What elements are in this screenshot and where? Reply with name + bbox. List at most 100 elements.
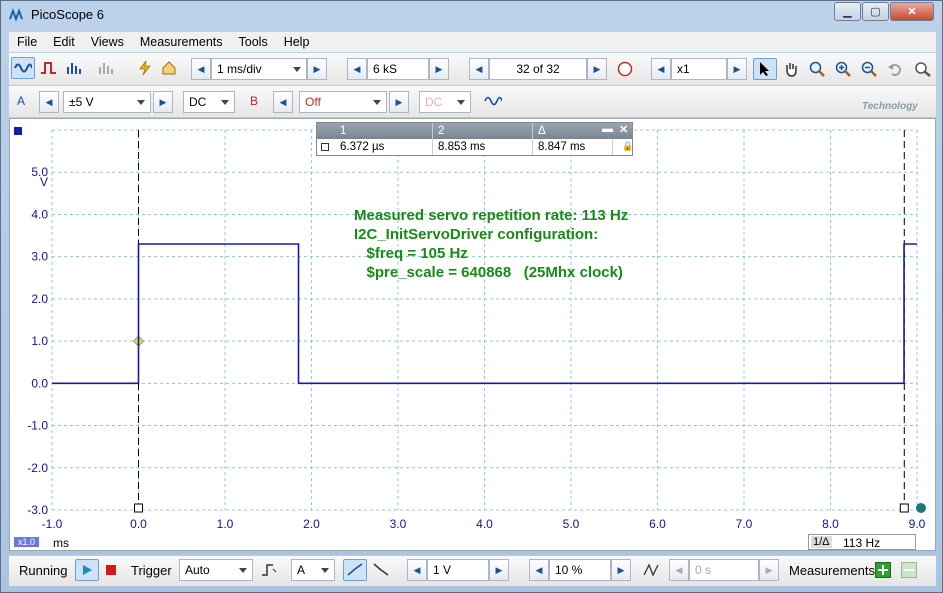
scope-view[interactable]: 5.0 4.0 3.0 2.0 1.0 0.0 -1.0 -2.0 -3.0 -1.0 0.0 1.0…: [9, 118, 936, 551]
chevron-down-icon: [221, 100, 229, 105]
channel-b-range-decrease[interactable]: ◀: [273, 91, 293, 113]
auto-setup-button[interactable]: [133, 57, 157, 79]
channel-b-range-value: Off: [305, 95, 321, 109]
default-setup-button[interactable]: [157, 57, 181, 79]
zoom-field[interactable]: x1: [671, 58, 727, 80]
y-tick-label: 4.0: [31, 207, 48, 221]
threshold-increase-button[interactable]: ▶: [489, 559, 509, 581]
remove-measurement-button[interactable]: [899, 559, 919, 581]
spectrum-disabled-button[interactable]: [95, 57, 119, 79]
menu-help[interactable]: Help: [276, 35, 318, 49]
channel-a-coupling-select[interactable]: DC: [183, 91, 235, 113]
lock-icon[interactable]: 🔒: [622, 141, 633, 152]
ruler-row-checkbox[interactable]: [321, 143, 329, 151]
x-tick-label: 1.0: [217, 517, 234, 531]
channel-a-range-decrease[interactable]: ◀: [39, 91, 59, 113]
trigger-source-value: A: [297, 563, 306, 577]
zoom-out-button[interactable]: [857, 58, 881, 80]
channel-b-range-increase[interactable]: ▶: [389, 91, 409, 113]
delay-decrease-button[interactable]: ◀: [669, 559, 689, 581]
delay-arrow-icon: [643, 563, 659, 577]
channel-a-marker[interactable]: [14, 127, 22, 135]
x-tick-label: 5.0: [563, 517, 580, 531]
zoom-in-button[interactable]: [831, 58, 855, 80]
grid: [51, 129, 918, 511]
timebase-select[interactable]: 1 ms/div: [211, 58, 307, 80]
channel-a-label[interactable]: A: [17, 94, 25, 108]
minimize-button[interactable]: ▁: [834, 2, 861, 21]
ruler-table[interactable]: 1 2 Δ ▬ ✕ 6.372 µs 8.853 ms 8.847 ms 🔒: [316, 122, 633, 156]
pointer-tool-button[interactable]: [753, 58, 777, 80]
falling-edge-button[interactable]: [369, 559, 393, 581]
x-tick-label: 4.0: [476, 517, 493, 531]
trigger-source-select[interactable]: A: [291, 559, 335, 581]
add-measurement-button[interactable]: [873, 559, 893, 581]
menu-edit[interactable]: Edit: [45, 35, 83, 49]
signal-generator-button[interactable]: [481, 90, 505, 112]
ruler-close-icon[interactable]: ✕: [619, 123, 628, 136]
delay-icon-button[interactable]: [639, 559, 663, 581]
ruler-table-header: 1 2 Δ ▬ ✕: [317, 123, 632, 139]
channel-b-range-select[interactable]: Off: [299, 91, 387, 113]
ruler-minimize-icon[interactable]: ▬: [602, 123, 613, 135]
pretrigger-field[interactable]: 10 %: [549, 559, 611, 581]
threshold-decrease-button[interactable]: ◀: [407, 559, 427, 581]
menu-file[interactable]: File: [9, 35, 45, 49]
trigger-mode-select[interactable]: Auto: [179, 559, 253, 581]
maximize-button[interactable]: ▢: [862, 2, 889, 21]
scope-graph[interactable]: 5.04.03.02.01.00.0-1.0-2.0-3.0-1.0 0.0 1.0…: [10, 119, 935, 550]
channel-marker-right: [916, 503, 926, 513]
zoom-overview-button[interactable]: [911, 58, 935, 80]
scope-mode-button[interactable]: [11, 57, 35, 79]
x-tick-label: 0.0: [130, 517, 147, 531]
rising-edge-button[interactable]: [343, 559, 367, 581]
close-button[interactable]: ✕: [890, 2, 934, 21]
magnifier-icon: [809, 61, 825, 77]
channel-a-range-select[interactable]: ±5 V: [63, 91, 151, 113]
samples-increase-button[interactable]: ▶: [429, 58, 449, 80]
pretrigger-increase-button[interactable]: ▶: [611, 559, 631, 581]
hand-tool-button[interactable]: [779, 58, 803, 80]
time-cursors[interactable]: [132, 130, 927, 513]
channel-toolbar: A ◀ ±5 V ▶ DC B ◀ Off ▶ DC Technology: [9, 86, 936, 118]
y-tick-label: 1.0: [31, 334, 48, 348]
channel-b-label[interactable]: B: [250, 94, 258, 108]
advanced-trigger-button[interactable]: [257, 559, 281, 581]
menu-tools[interactable]: Tools: [231, 35, 276, 49]
buffer-navigator-field[interactable]: 32 of 32: [489, 58, 587, 80]
threshold-value: 1 V: [433, 563, 452, 577]
timebase-increase-button[interactable]: ▶: [307, 58, 327, 80]
buffer-next-button[interactable]: ▶: [587, 58, 607, 80]
zoom-decrease-button[interactable]: ◀: [651, 58, 671, 80]
menu-measurements[interactable]: Measurements: [132, 35, 231, 49]
channel-b-coupling-select[interactable]: DC: [419, 91, 471, 113]
samples-field[interactable]: 6 kS: [367, 58, 429, 80]
timebase-decrease-button[interactable]: ◀: [191, 58, 211, 80]
run-state-label: Running: [19, 563, 68, 578]
frequency-readout[interactable]: 1/Δ 113 Hz: [808, 534, 916, 550]
channel-a-range-increase[interactable]: ▶: [153, 91, 173, 113]
stop-button[interactable]: [99, 559, 123, 581]
time-cursor-handle: [134, 503, 143, 513]
undo-zoom-button[interactable]: [883, 58, 907, 80]
x-tick-label: 9.0: [909, 517, 926, 531]
zoom-window-button[interactable]: [805, 58, 829, 80]
pretrigger-decrease-button[interactable]: ◀: [529, 559, 549, 581]
zoom-increase-button[interactable]: ▶: [727, 58, 747, 80]
stop-icon: [106, 565, 116, 575]
persistence-mode-button[interactable]: [37, 57, 61, 79]
hand-icon: [786, 63, 797, 77]
falling-edge-icon: [373, 563, 389, 576]
signal-wave-icon: [484, 96, 502, 106]
delay-field[interactable]: 0 s: [689, 559, 759, 581]
x-zoom-badge[interactable]: x1.0: [14, 537, 40, 547]
square-wave-icon: [41, 62, 56, 74]
buffer-previous-button[interactable]: ◀: [469, 58, 489, 80]
delay-increase-button[interactable]: ▶: [759, 559, 779, 581]
buffer-overview-button[interactable]: [613, 58, 637, 80]
samples-decrease-button[interactable]: ◀: [347, 58, 367, 80]
threshold-field[interactable]: 1 V: [427, 559, 489, 581]
start-button[interactable]: [75, 559, 99, 581]
menu-views[interactable]: Views: [83, 35, 132, 49]
spectrum-mode-button[interactable]: [63, 57, 87, 79]
